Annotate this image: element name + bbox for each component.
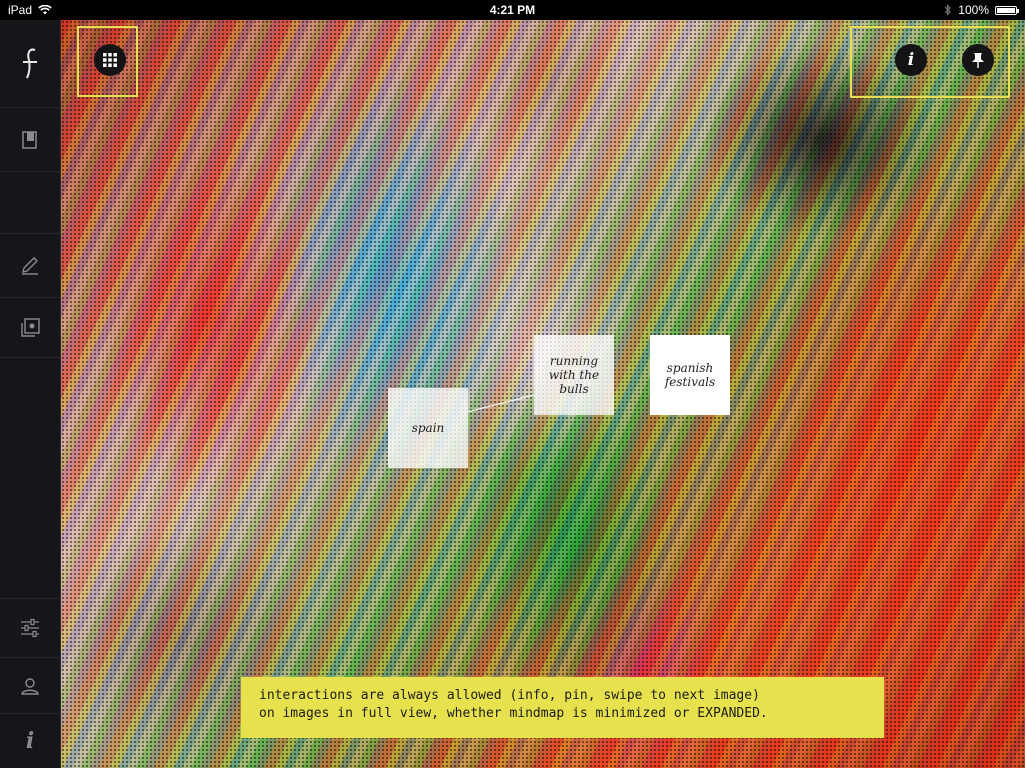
info-icon: i	[907, 50, 915, 70]
grid-icon	[103, 53, 117, 67]
pencil-icon	[22, 256, 38, 275]
sidebar: i	[0, 20, 61, 768]
battery-percent: 100%	[958, 3, 989, 17]
sidebar-item-blank	[0, 172, 60, 234]
annotation-line-1: interactions are always allowed (info, p…	[259, 688, 760, 703]
mindmap-node-running-with-the-bulls[interactable]: running with the bulls	[534, 335, 614, 415]
sidebar-item-settings[interactable]	[0, 598, 60, 658]
info-icon: i	[25, 728, 35, 754]
status-bar: iPad 4:21 PM 100%	[0, 0, 1025, 20]
sidebar-item-logo[interactable]	[0, 20, 60, 108]
grid-button[interactable]	[94, 44, 126, 76]
sidebar-item-book[interactable]	[0, 108, 60, 172]
sliders-icon	[21, 618, 39, 638]
pinboard-icon	[21, 317, 40, 337]
book-icon	[22, 130, 37, 149]
sidebar-item-info[interactable]: i	[0, 714, 60, 768]
mindmap-node-spain[interactable]: spain	[388, 388, 468, 468]
bluetooth-icon	[944, 4, 952, 16]
pin-icon	[972, 53, 984, 68]
sidebar-item-edit[interactable]	[0, 234, 60, 298]
logo-icon	[23, 48, 37, 78]
user-icon	[21, 677, 39, 695]
mindmap-node-spanish-festivals[interactable]: spanish festivals	[650, 335, 730, 415]
sidebar-item-pinboard[interactable]	[0, 298, 60, 358]
annotation-line-2: on images in full view, whether mindmap …	[259, 706, 768, 721]
info-button[interactable]: i	[895, 44, 927, 76]
status-time: 4:21 PM	[489, 3, 536, 17]
battery-icon	[995, 5, 1019, 15]
annotation-note: interactions are always allowed (info, p…	[241, 677, 884, 738]
pin-button[interactable]	[962, 44, 994, 76]
sidebar-item-profile[interactable]	[0, 658, 60, 714]
